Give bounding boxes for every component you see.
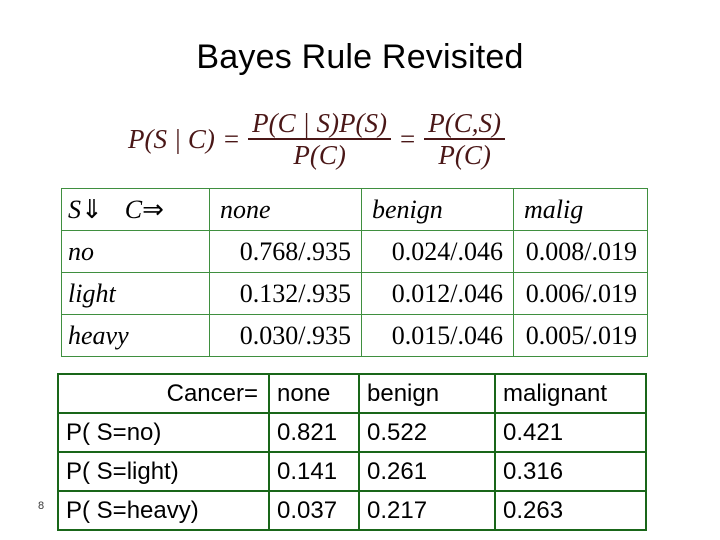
- joint-cell-heavy-none: 0.030/.935: [209, 314, 362, 357]
- formula-fraction-1: P(C | S)P(S) P(C): [248, 107, 392, 170]
- joint-cell-no-none: 0.768/.935: [209, 230, 362, 273]
- joint-cell-light-malig: 0.006/.019: [513, 272, 648, 315]
- posterior-col-header-malignant: malignant: [494, 373, 647, 414]
- posterior-table-corner-cell: Cancer=: [57, 373, 270, 414]
- formula-equals-1: =: [223, 123, 240, 154]
- table-row: P( S=no) 0.821 0.522 0.421: [57, 412, 647, 453]
- joint-col-header-none: none: [209, 188, 362, 231]
- page-title: Bayes Rule Revisited: [196, 38, 524, 76]
- joint-cell-light-benign: 0.012/.046: [361, 272, 514, 315]
- joint-cell-no-benign: 0.024/.046: [361, 230, 514, 273]
- posterior-cell-light-malignant: 0.316: [494, 451, 647, 492]
- joint-cell-heavy-malig: 0.005/.019: [513, 314, 648, 357]
- joint-row-label-light: light: [61, 272, 210, 315]
- formula-fraction-2: P(C,S) P(C): [424, 107, 505, 170]
- formula-fraction-2-denominator: P(C): [438, 140, 491, 170]
- joint-row-label-heavy: heavy: [61, 314, 210, 357]
- posterior-row-label-no: P( S=no): [57, 412, 270, 453]
- column-variable-label: C: [124, 194, 143, 224]
- table-row: light 0.132/.935 0.012/.046 0.006/.019: [61, 272, 648, 315]
- formula-fraction-2-numerator: P(C,S): [428, 107, 501, 138]
- table-row: P( S=heavy) 0.037 0.217 0.263: [57, 490, 647, 531]
- posterior-cell-heavy-benign: 0.217: [358, 490, 496, 531]
- right-double-arrow-icon: ⇒: [142, 194, 164, 224]
- joint-cell-heavy-benign: 0.015/.046: [361, 314, 514, 357]
- posterior-col-header-none: none: [268, 373, 360, 414]
- table-row: Cancer= none benign malignant: [57, 373, 647, 414]
- posterior-cell-light-none: 0.141: [268, 451, 360, 492]
- formula-equals-2: =: [400, 123, 416, 154]
- joint-probability-table: S⇓ C⇒ none benign malig no 0.768/.935 0.0…: [61, 188, 648, 357]
- posterior-cell-heavy-malignant: 0.263: [494, 490, 647, 531]
- formula-lhs: P(S | C): [128, 123, 215, 154]
- table-row: P( S=light) 0.141 0.261 0.316: [57, 451, 647, 492]
- table-row: S⇓ C⇒ none benign malig: [61, 188, 648, 231]
- joint-row-label-no: no: [61, 230, 210, 273]
- joint-col-header-benign: benign: [361, 188, 514, 231]
- table-row: no 0.768/.935 0.024/.046 0.008/.019: [61, 230, 648, 273]
- joint-table-corner-cell: S⇓ C⇒: [61, 188, 210, 231]
- posterior-col-header-benign: benign: [358, 373, 496, 414]
- posterior-probability-table: Cancer= none benign malignant P( S=no) 0…: [57, 373, 647, 531]
- posterior-cell-light-benign: 0.261: [358, 451, 496, 492]
- page-number: 8: [38, 500, 45, 512]
- formula-fraction-1-numerator: P(C | S)P(S): [252, 107, 388, 138]
- joint-cell-no-malig: 0.008/.019: [513, 230, 648, 273]
- row-variable-label: S: [68, 194, 81, 224]
- posterior-cell-no-malignant: 0.421: [494, 412, 647, 453]
- down-double-arrow-icon: ⇓: [81, 194, 103, 224]
- bayes-rule-formula: P(S | C) = P(C | S)P(S) P(C) = P(C,S) P(…: [128, 101, 580, 177]
- joint-col-header-malig: malig: [513, 188, 648, 231]
- posterior-cell-no-benign: 0.522: [358, 412, 496, 453]
- formula-fraction-1-denominator: P(C): [293, 140, 346, 170]
- table-row: heavy 0.030/.935 0.015/.046 0.005/.019: [61, 314, 648, 357]
- posterior-row-label-heavy: P( S=heavy): [57, 490, 270, 531]
- posterior-cell-no-none: 0.821: [268, 412, 360, 453]
- posterior-row-label-light: P( S=light): [57, 451, 270, 492]
- joint-cell-light-none: 0.132/.935: [209, 272, 362, 315]
- posterior-cell-heavy-none: 0.037: [268, 490, 360, 531]
